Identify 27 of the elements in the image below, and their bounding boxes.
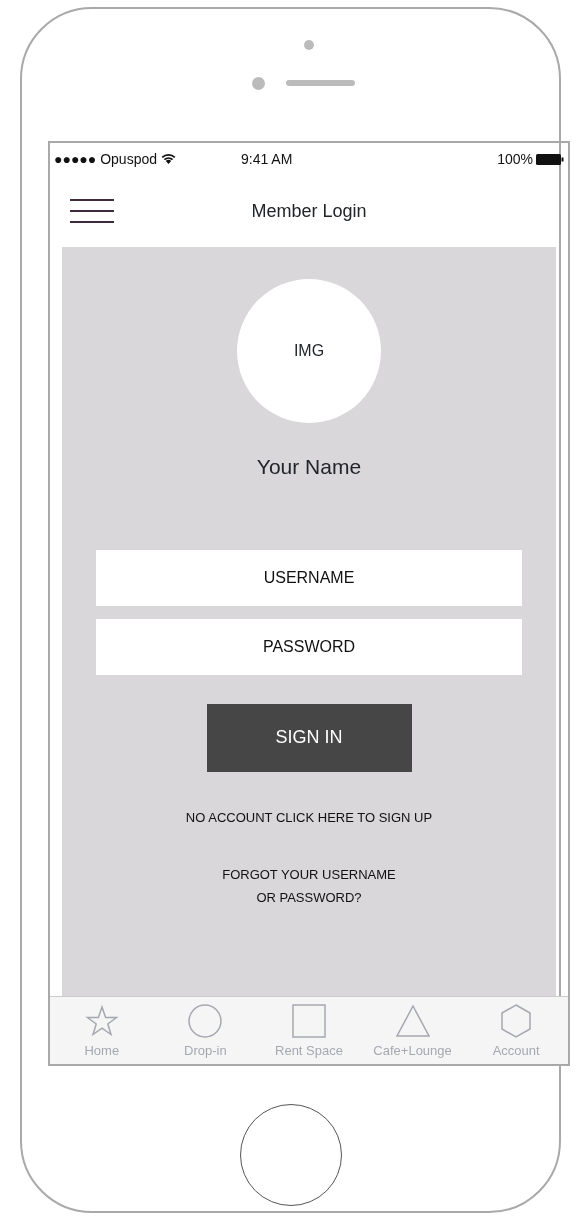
sign-in-button[interactable]: SIGN IN <box>206 703 412 772</box>
tab-item[interactable]: Home <box>50 997 154 1064</box>
tab-item[interactable]: Drop-in <box>153 997 258 1064</box>
status-time: 9:41 AM <box>241 149 293 169</box>
menu-icon[interactable] <box>70 199 114 223</box>
triangle-icon <box>395 1003 430 1038</box>
sensor-icon <box>252 77 265 90</box>
hexagon-icon <box>499 1003 534 1038</box>
battery-percent: 100% <box>497 149 533 169</box>
square-icon <box>292 1003 326 1038</box>
tab-item[interactable]: Account <box>464 997 568 1064</box>
password-field[interactable]: PASSWORD <box>96 618 522 675</box>
circle-icon <box>188 1003 223 1038</box>
screen-title: Member Login <box>251 200 367 221</box>
tab-item[interactable]: Rent Space <box>257 997 361 1064</box>
profile-name: Your Name <box>256 454 362 480</box>
forgot-credentials-link[interactable]: FORGOT YOUR USERNAME OR PASSWORD? <box>222 862 396 909</box>
speaker-icon <box>286 80 355 86</box>
wifi-icon <box>161 153 176 165</box>
battery-icon <box>536 153 564 165</box>
tab-item[interactable]: Cafe+Lounge <box>360 997 465 1064</box>
username-field[interactable]: USERNAME <box>96 549 522 606</box>
camera-icon <box>304 40 314 50</box>
carrier-name: ●●●●● Opuspod <box>54 149 157 169</box>
avatar-label: IMG <box>293 341 325 361</box>
sign-up-link[interactable]: NO ACCOUNT CLICK HERE TO SIGN UP <box>185 805 433 829</box>
star-icon <box>84 1003 119 1038</box>
